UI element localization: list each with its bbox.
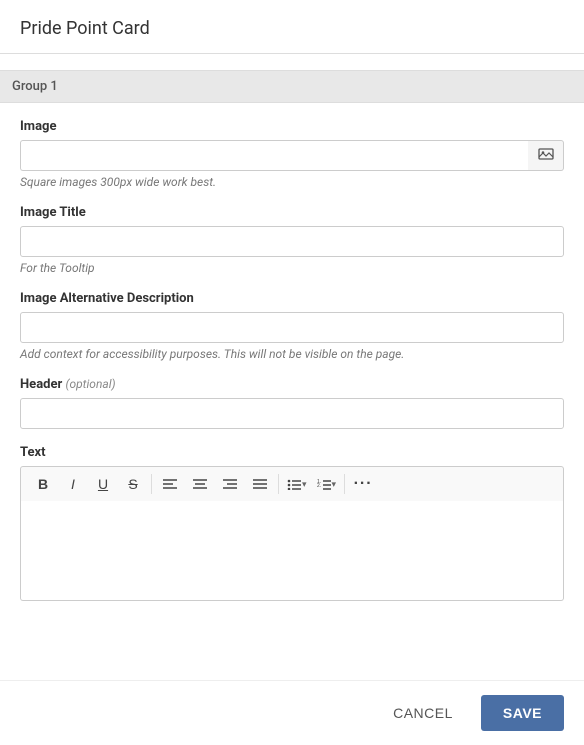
unordered-list-chevron: ▾ (302, 479, 307, 490)
image-hint: Square images 300px wide work best. (20, 175, 564, 189)
image-input-row (20, 140, 564, 171)
page-container: Pride Point Card Group 1 Image (0, 0, 584, 745)
toolbar-separator-3 (344, 474, 345, 494)
page-title: Pride Point Card (20, 18, 564, 39)
header-optional-label: (optional) (66, 377, 116, 391)
image-title-input[interactable] (20, 226, 564, 257)
image-title-hint: For the Tooltip (20, 261, 564, 275)
align-left-button[interactable] (156, 471, 184, 497)
image-title-label: Image Title (20, 205, 564, 220)
image-alt-input[interactable] (20, 312, 564, 343)
group-header: Group 1 (0, 70, 584, 103)
content-area: Group 1 Image Squa (0, 54, 584, 680)
image-input-wrapper (20, 140, 528, 171)
image-alt-field-group: Image Alternative Description Add contex… (20, 291, 564, 361)
svg-text:2.: 2. (317, 483, 321, 489)
strikethrough-button[interactable]: S (119, 471, 147, 497)
image-input[interactable] (20, 140, 528, 171)
text-editor-toolbar: B I U S (20, 466, 564, 501)
image-field-group: Image Square images 300px wide work best (20, 119, 564, 189)
bold-button[interactable]: B (29, 471, 57, 497)
image-alt-hint: Add context for accessibility purposes. … (20, 347, 564, 361)
italic-button[interactable]: I (59, 471, 87, 497)
toolbar-separator-1 (151, 474, 152, 494)
image-browse-icon (538, 147, 554, 164)
header-input[interactable] (20, 398, 564, 429)
align-center-button[interactable] (186, 471, 214, 497)
page-header: Pride Point Card (0, 0, 584, 54)
cancel-button[interactable]: CANCEL (375, 695, 471, 731)
image-browse-button[interactable] (528, 140, 564, 171)
header-field-group: Header (optional) (20, 377, 564, 429)
text-editor-body[interactable] (20, 501, 564, 601)
ordered-list-chevron: ▾ (332, 479, 337, 490)
unordered-list-button[interactable]: ▾ (283, 471, 311, 497)
more-options-button[interactable]: ··· (349, 471, 377, 497)
image-alt-label: Image Alternative Description (20, 291, 564, 306)
text-label: Text (20, 445, 564, 460)
text-field-group: Text B I U S (20, 445, 564, 601)
footer-actions: CANCEL SAVE (0, 680, 584, 745)
image-label: Image (20, 119, 564, 134)
group-label: Group 1 (12, 79, 58, 94)
toolbar-separator-2 (278, 474, 279, 494)
underline-button[interactable]: U (89, 471, 117, 497)
image-title-field-group: Image Title For the Tooltip (20, 205, 564, 275)
align-right-button[interactable] (216, 471, 244, 497)
align-justify-button[interactable] (246, 471, 274, 497)
ordered-list-button[interactable]: 1.2. ▾ (313, 471, 341, 497)
header-label: Header (optional) (20, 377, 564, 392)
save-button[interactable]: SAVE (481, 695, 564, 731)
